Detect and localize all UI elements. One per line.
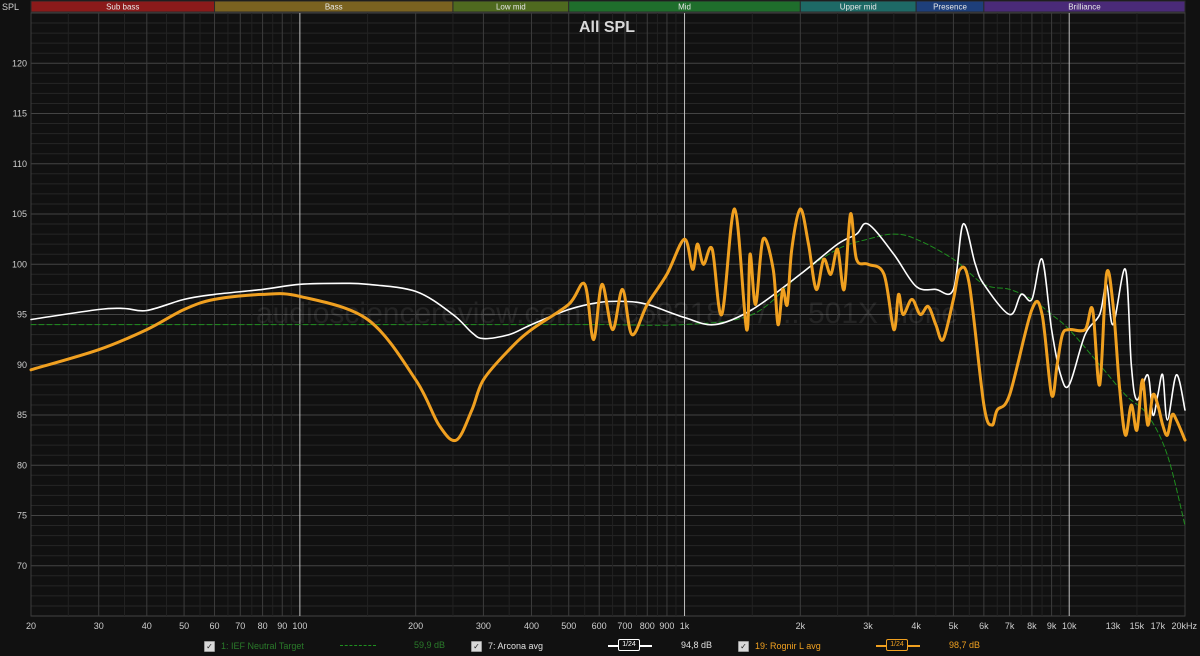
x-tick-label: 80 — [258, 621, 268, 631]
x-tick-label: 800 — [640, 621, 655, 631]
checkbox-checked-icon[interactable]: ✓ — [471, 640, 482, 652]
x-tick-label: 400 — [524, 621, 539, 631]
dashed-line-icon — [340, 645, 376, 646]
x-tick-label: 900 — [659, 621, 674, 631]
y-tick-label: 90 — [17, 360, 27, 370]
x-tick-label: 2k — [796, 621, 806, 631]
legend-label: 7: Arcona avg — [488, 641, 544, 651]
x-tick-label: 5k — [949, 621, 959, 631]
checkbox-checked-icon[interactable]: ✓ — [204, 640, 215, 652]
legend-value: 98,7 dB — [949, 640, 981, 650]
x-tick-label: 70 — [235, 621, 245, 631]
y-tick-label: 95 — [17, 310, 27, 320]
x-tick-label: 20kHz — [1171, 621, 1197, 631]
x-tick-label: 500 — [561, 621, 576, 631]
x-tick-label: 6k — [979, 621, 989, 631]
band-label: Low mid — [496, 3, 526, 12]
x-tick-label: 40 — [142, 621, 152, 631]
band-label: Sub bass — [106, 3, 139, 12]
y-tick-label: 120 — [12, 58, 27, 68]
legend-value: 94,8 dB — [681, 640, 713, 650]
x-tick-label: 60 — [210, 621, 220, 631]
frequency-bands: Sub bass Bass Low mid Mid Upper mid Presence B… — [30, 0, 1186, 13]
x-tick-label: 600 — [592, 621, 607, 631]
band-label: Upper mid — [840, 3, 877, 12]
x-tick-label: 700 — [617, 621, 632, 631]
y-tick-label: 80 — [17, 460, 27, 470]
x-tick-label: 7k — [1005, 621, 1015, 631]
y-tick-label: 115 — [13, 109, 27, 119]
x-tick-label: 9k — [1047, 621, 1057, 631]
legend-item-target[interactable]: ✓ 1: IEF Neutral Target — [204, 640, 304, 652]
band-label: Brilliance — [1068, 3, 1101, 12]
band-label: Presence — [933, 3, 967, 12]
y-tick-label: 75 — [17, 511, 27, 521]
x-tick-label: 1k — [680, 621, 690, 631]
y-tick-label: 85 — [17, 410, 27, 420]
legend-value: 59,9 dB — [414, 640, 446, 650]
y-axis-label: SPL — [2, 2, 19, 12]
x-tick-label: 200 — [408, 621, 423, 631]
x-tick-label: 300 — [476, 621, 491, 631]
x-tick-label: 13k — [1106, 621, 1121, 631]
band-label: Bass — [325, 3, 343, 12]
x-tick-label: 20 — [26, 621, 36, 631]
y-tick-label: 110 — [13, 159, 27, 169]
x-tick-label: 4k — [911, 621, 921, 631]
y-tick-label: 105 — [12, 209, 27, 219]
legend-item-rognir[interactable]: ✓ 19: Rognir L avg — [738, 640, 821, 652]
x-tick-label: 15k — [1130, 621, 1145, 631]
legend-label: 19: Rognir L avg — [755, 641, 821, 651]
chart-title: All SPL — [579, 19, 635, 36]
smoothing-badge[interactable]: 1/24 — [618, 639, 640, 651]
y-tick-label: 70 — [17, 561, 27, 571]
x-tick-label: 100 — [292, 621, 307, 631]
x-tick-label: 3k — [863, 621, 873, 631]
band-label: Mid — [678, 3, 691, 12]
y-tick-label: 100 — [12, 259, 27, 269]
x-tick-label: 90 — [277, 621, 287, 631]
x-tick-label: 8k — [1027, 621, 1037, 631]
legend: ✓ 1: IEF Neutral Target 59,9 dB ✓ 7: Arc… — [0, 636, 1200, 656]
spl-chart[interactable]: Sub bass Bass Low mid Mid Upper mid Presence B… — [0, 0, 1200, 656]
x-tick-label: 17k — [1151, 621, 1166, 631]
x-tick-label: 50 — [179, 621, 189, 631]
legend-item-arcona[interactable]: ✓ 7: Arcona avg — [471, 640, 543, 652]
legend-label: 1: IEF Neutral Target — [221, 641, 304, 651]
smoothing-badge[interactable]: 1/24 — [886, 639, 908, 651]
x-tick-label: 30 — [94, 621, 104, 631]
checkbox-checked-icon[interactable]: ✓ — [738, 640, 749, 652]
x-tick-label: 10k — [1062, 621, 1077, 631]
